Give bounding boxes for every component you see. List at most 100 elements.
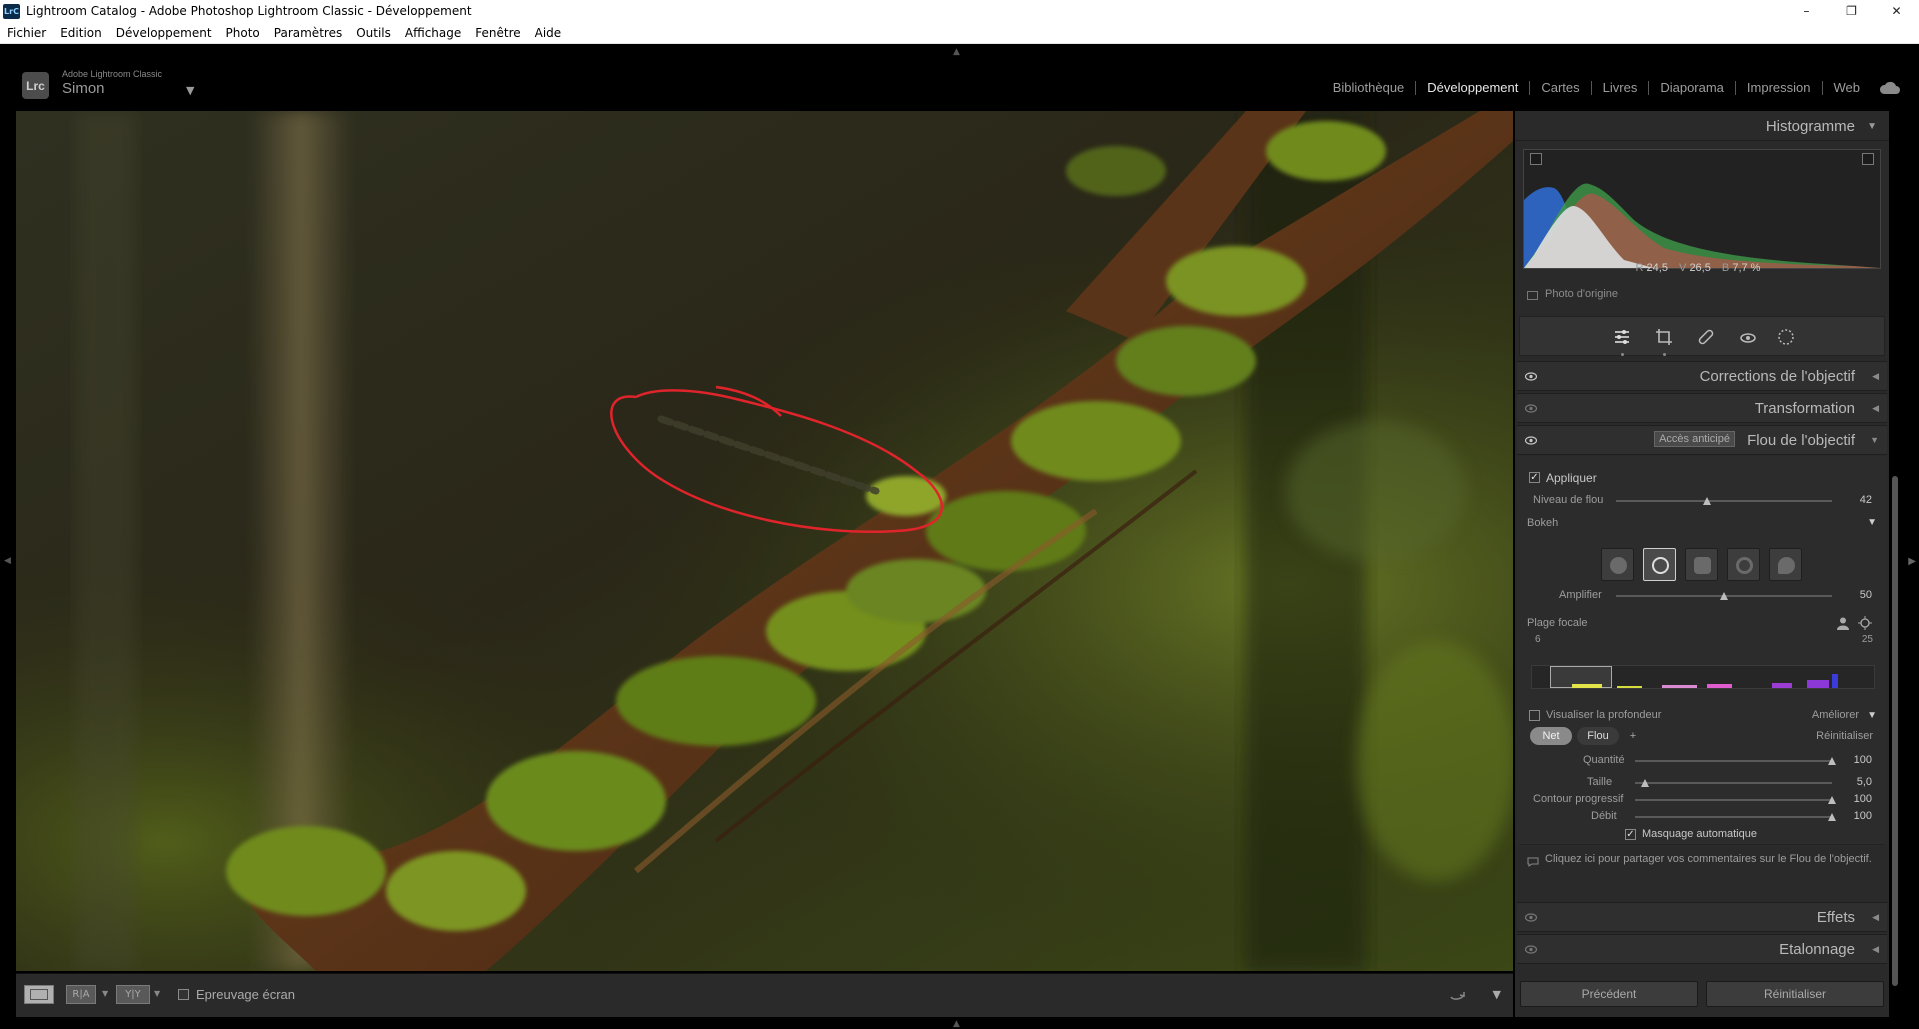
masking-icon[interactable] xyxy=(1776,327,1796,347)
loop-icon[interactable] xyxy=(1449,989,1467,1001)
photo-canvas[interactable] xyxy=(16,111,1513,971)
module-bibliotheque[interactable]: Bibliothèque xyxy=(1322,81,1417,95)
section-lens-blur[interactable]: Accès anticipé Flou de l'objectif ▼ xyxy=(1517,425,1887,455)
feedback-text: Cliquez ici pour partager vos commentair… xyxy=(1545,853,1872,865)
section-lens-corrections[interactable]: Corrections de l'objectif ◀ xyxy=(1517,361,1887,391)
visualize-depth-checkbox[interactable] xyxy=(1529,710,1540,721)
before-after-button[interactable]: R|A xyxy=(66,985,96,1004)
previous-button[interactable]: Précédent xyxy=(1520,981,1698,1007)
bokeh-cat-eye-button[interactable] xyxy=(1769,548,1802,581)
bokeh-ring-button[interactable] xyxy=(1727,548,1760,581)
feather-slider[interactable] xyxy=(1635,796,1836,804)
histogram-curves xyxy=(1524,183,1880,268)
reset-button[interactable]: Réinitialiser xyxy=(1706,981,1884,1007)
size-value[interactable]: 5,0 xyxy=(1832,776,1872,788)
module-livres[interactable]: Livres xyxy=(1592,81,1650,95)
refine-reset-link[interactable]: Réinitialiser xyxy=(1816,730,1873,742)
blur-level-thumb[interactable] xyxy=(1702,497,1711,505)
bokeh-bubble-button[interactable] xyxy=(1643,548,1676,581)
feedback-link[interactable]: Cliquez ici pour partager vos commentair… xyxy=(1519,844,1885,882)
boost-value[interactable]: 50 xyxy=(1832,589,1872,601)
bokeh-label: Bokeh xyxy=(1527,517,1559,529)
eye-icon[interactable] xyxy=(1525,913,1537,922)
eye-icon[interactable] xyxy=(1525,945,1537,954)
filmstrip-toggle-icon[interactable]: ▲ xyxy=(953,1019,960,1029)
add-refine-icon[interactable]: + xyxy=(1623,727,1643,745)
bokeh-circle-button[interactable] xyxy=(1601,548,1634,581)
eye-icon[interactable] xyxy=(1525,404,1537,413)
apply-checkbox[interactable]: ✓ xyxy=(1529,472,1540,483)
cloud-sync-icon[interactable] xyxy=(1879,81,1901,95)
healing-icon[interactable] xyxy=(1696,327,1716,347)
focal-range-graph[interactable] xyxy=(1531,665,1875,689)
identity-dropdown-icon[interactable]: ▼ xyxy=(186,84,194,97)
section-grading[interactable]: Etalonnage ◀ xyxy=(1517,934,1887,964)
bokeh-dropdown-icon[interactable]: ▼ xyxy=(1867,517,1877,528)
blur-level-value[interactable]: 42 xyxy=(1832,494,1872,506)
toolbar-options-icon[interactable]: ▼ xyxy=(1493,988,1501,1001)
survey-dropdown-icon[interactable]: ▼ xyxy=(154,989,160,998)
edit-sliders-icon[interactable] xyxy=(1612,327,1632,347)
subject-focus-icon[interactable] xyxy=(1836,616,1850,630)
left-panel-toggle-icon[interactable]: ◀ xyxy=(4,556,11,566)
minimize-button[interactable]: – xyxy=(1784,0,1829,22)
point-focus-icon[interactable] xyxy=(1858,616,1872,630)
collapse-top-panel-icon[interactable]: ▲ xyxy=(953,47,960,57)
red-eye-icon[interactable] xyxy=(1738,327,1758,347)
survey-view-button[interactable]: Y|Y xyxy=(116,985,150,1004)
menu-fichier[interactable]: Fichier xyxy=(7,26,46,40)
module-diaporama[interactable]: Diaporama xyxy=(1649,81,1736,95)
right-panel-toggle-icon[interactable]: ▶ xyxy=(1908,556,1916,567)
histogram-collapse-icon[interactable]: ▼ xyxy=(1867,121,1877,132)
section-transformation[interactable]: Transformation ◀ xyxy=(1517,393,1887,423)
panel-scrollbar[interactable] xyxy=(1892,476,1898,986)
size-thumb[interactable] xyxy=(1640,779,1649,787)
amount-label: Quantité xyxy=(1583,754,1625,766)
menu-aide[interactable]: Aide xyxy=(535,26,562,40)
loupe-view-button[interactable] xyxy=(24,985,54,1004)
menu-outils[interactable]: Outils xyxy=(356,26,391,40)
collapse-icon[interactable]: ▼ xyxy=(1870,435,1879,445)
menu-photo[interactable]: Photo xyxy=(226,26,260,40)
menu-parametres[interactable]: Paramètres xyxy=(274,26,342,40)
comment-icon xyxy=(1527,857,1539,867)
focus-chip[interactable]: Net xyxy=(1530,727,1572,745)
amount-slider[interactable] xyxy=(1635,757,1836,765)
flow-slider[interactable] xyxy=(1635,813,1836,821)
menu-edition[interactable]: Edition xyxy=(60,26,102,40)
expand-icon[interactable]: ◀ xyxy=(1872,944,1879,955)
maximize-button[interactable]: ❐ xyxy=(1829,0,1874,22)
bokeh-blade-button[interactable] xyxy=(1685,548,1718,581)
module-cartes[interactable]: Cartes xyxy=(1530,81,1592,95)
menu-fenetre[interactable]: Fenêtre xyxy=(475,26,520,40)
before-after-dropdown-icon[interactable]: ▼ xyxy=(102,989,108,998)
size-slider[interactable] xyxy=(1635,779,1832,787)
module-web[interactable]: Web xyxy=(1823,81,1872,95)
auto-mask-checkbox[interactable]: ✓ xyxy=(1625,829,1636,840)
histogram-header[interactable]: Histogramme ▼ xyxy=(1515,111,1889,141)
softproof-checkbox[interactable] xyxy=(178,989,189,1000)
menu-developpement[interactable]: Développement xyxy=(116,26,212,40)
blur-level-slider[interactable] xyxy=(1616,497,1832,505)
amount-value[interactable]: 100 xyxy=(1832,754,1872,766)
close-button[interactable]: ✕ xyxy=(1874,0,1919,22)
original-photo-toggle[interactable] xyxy=(1527,291,1538,300)
boost-slider[interactable] xyxy=(1616,592,1832,600)
eye-icon[interactable] xyxy=(1525,372,1537,381)
expand-icon[interactable]: ◀ xyxy=(1872,403,1879,414)
section-effects[interactable]: Effets ◀ xyxy=(1517,902,1887,932)
feather-value[interactable]: 100 xyxy=(1832,793,1872,805)
refine-dropdown-icon[interactable]: ▼ xyxy=(1867,710,1877,721)
expand-icon[interactable]: ◀ xyxy=(1872,371,1879,382)
eye-icon[interactable] xyxy=(1525,436,1537,445)
expand-icon[interactable]: ◀ xyxy=(1872,912,1879,923)
refine-label[interactable]: Améliorer xyxy=(1812,709,1859,721)
menu-affichage[interactable]: Affichage xyxy=(405,26,461,40)
flow-value[interactable]: 100 xyxy=(1832,810,1872,822)
crop-icon[interactable] xyxy=(1654,327,1674,347)
boost-thumb[interactable] xyxy=(1720,592,1728,600)
module-impression[interactable]: Impression xyxy=(1736,81,1823,95)
section-title: Transformation xyxy=(1754,400,1855,417)
module-developpement[interactable]: Développement xyxy=(1416,81,1531,95)
blur-chip[interactable]: Flou xyxy=(1577,727,1619,745)
